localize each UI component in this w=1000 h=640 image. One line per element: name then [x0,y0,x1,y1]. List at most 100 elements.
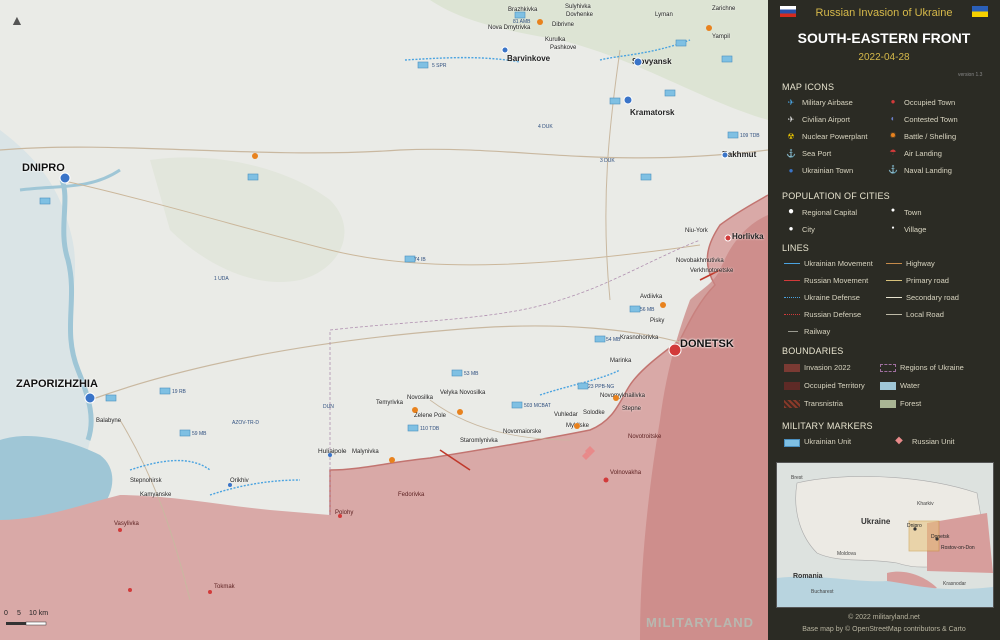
legend-label: Occupied Territory [804,381,865,390]
battle-icon: ✹ [889,131,897,140]
unit-label: 54 MB [606,337,621,343]
unit-label: AZOV-TR-D [232,420,259,426]
legend-label: Russian Defense [804,310,862,319]
town-sulyhivka: Sulyhivka [565,4,591,10]
legend-label: Ukrainian Unit [804,437,852,446]
regional-capital-icon: ● [787,206,795,217]
town-kramatorsk: Kramatorsk [630,108,675,117]
water-swatch [880,382,896,390]
secondary-road-line [886,297,902,298]
unit-label: DUN [323,404,334,410]
town-volnovakha: Volnovakha [610,470,642,476]
legend-label: Military Airbase [802,98,853,107]
unit-label: 81 AMB [513,19,531,25]
town-temyrivka: Temyrivka [376,400,404,406]
scale-label: 5 [17,610,21,617]
basemap-credit: Base map by © OpenStreetMap contributors… [802,626,966,633]
inset-label: Dnipro [907,523,922,529]
airbase-icon: ✈ [787,98,795,107]
primary-road-line [886,280,902,281]
legend-label: Local Road [906,310,944,319]
town-bakhmut: Bakhmut [722,150,757,159]
map-canvas[interactable]: ▲ DNIPRO ZAPORIZHZHIA DONETSK Slovyansk … [0,0,768,640]
town-stepnohirsk: Stepnohirsk [130,478,162,484]
copyright-text: © 2022 militaryland.net [848,614,920,621]
version-label: version 1.3 [958,72,983,78]
naval-landing-icon: ⚓ [888,165,898,174]
legend-label: Transnistria [804,399,843,408]
inset-label: Romania [793,573,823,580]
air-landing-icon: ☂ [889,148,897,157]
airport-icon: ✈ [787,115,795,124]
inset-label: Moldova [837,551,856,557]
scale-label: 10 km [29,610,49,617]
town-vasylivka: Vasylivka [114,521,139,527]
ukrainian-town-icon: ● [788,166,794,175]
unit-label: 19 RB [172,389,186,395]
russian-movement-line [784,280,800,281]
inset-label: Ukraine [861,517,891,526]
legend-label: Primary road [906,276,949,285]
town-vuhledar: Vuhledar [554,412,578,418]
legend-label: Secondary road [906,293,959,302]
unit-label: 5 SPR [432,63,447,69]
town-avdiivka: Avdiivka [640,294,663,300]
town-size-icon: ● [890,207,896,214]
town-huliaipole: Huliaipole [318,448,347,455]
legend-label: Water [900,381,920,390]
town-kurulka: Kurulka [545,37,566,43]
unit-label: 3 DUK [600,158,615,164]
town-stepne: Stepne [622,406,642,412]
inset-label: Krasnodar [943,581,967,587]
unit-label: 53 MB [464,371,479,377]
legend-label: Nuclear Powerplant [802,132,868,141]
legend-label: Ukraine Defense [804,293,860,302]
town-orikhiv: Orikhiv [230,478,249,484]
population-heading: POPULATION OF CITIES [782,191,890,201]
inset-map[interactable]: Brest Ukraine Dnipro Donetsk Rostov-on-D… [776,462,994,608]
town-novotroitske: Novotroitske [628,434,662,440]
town-solodke: Solodke [583,410,605,416]
map-date: 2022-04-28 [858,52,910,63]
legend-label: Regions of Ukraine [900,363,964,372]
invasion-swatch [784,364,800,372]
town-polohy: Polohy [335,510,354,516]
legend-label: Forest [900,399,922,408]
occupied-town-icon: ● [890,97,896,106]
town-tokmak: Tokmak [214,584,235,590]
legend-label: Naval Landing [904,166,952,175]
unit-label: 1 UDA [214,276,229,282]
legend-label: Occupied Town [904,98,956,107]
town-niu-york: Niu-York [685,228,708,234]
header-subtitle: Russian Invasion of Ukraine [815,7,953,19]
legend-label: Invasion 2022 [804,363,851,372]
highway-line [886,263,902,264]
town-staromlynivka: Staromlynivka [460,438,498,444]
inset-label: Donetsk [931,534,950,540]
town-novomaiorske: Novomaiorske [503,429,542,435]
town-malynivka: Malynivka [352,449,379,455]
watermark: MILITARYLAND [646,615,755,630]
regions-swatch [880,364,896,372]
legend-label: Russian Unit [912,437,955,446]
legend-label: City [802,225,815,234]
inset-label: Bucharest [811,589,834,595]
ukraine-defense-line [784,297,800,298]
town-barvinkove: Barvinkove [507,54,551,63]
town-mykilske: Mykilske [566,423,590,429]
legend-label: Railway [804,327,831,336]
legend-panel: Russian Invasion of Ukraine SOUTH-EASTER… [768,0,1000,640]
city-dnipro: DNIPRO [22,162,65,174]
city-donetsk: DONETSK [680,338,734,350]
legend-label: Air Landing [904,149,942,158]
russian-unit-icon: ◆ [895,435,903,446]
unit-label: 23 PPB-NG [588,384,615,390]
military-markers-heading: MILITARY MARKERS [782,421,873,431]
town-horlivka: Horlivka [732,232,764,241]
town-balabyne: Balabyne [96,418,122,424]
unit-label: 56 MB [640,307,655,313]
town-brazhkivka: Brazhkivka [508,7,538,13]
town-fedorivka: Fedorivka [398,492,425,498]
town-marinka: Marinka [610,358,632,364]
town-dibrivne: Dibrivne [552,22,575,28]
